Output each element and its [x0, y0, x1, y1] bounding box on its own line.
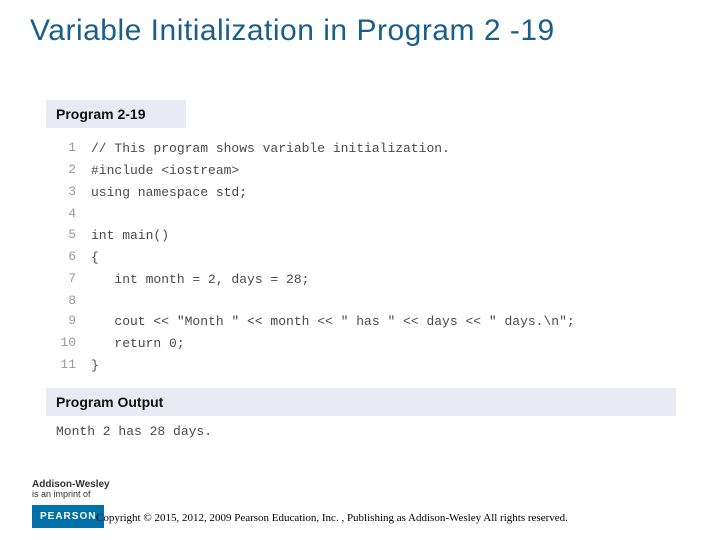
code-line: 3using namespace std; — [46, 182, 576, 204]
line-number: 9 — [46, 311, 90, 333]
program-header: Program 2-19 — [46, 100, 186, 128]
line-number: 11 — [46, 355, 90, 377]
line-number: 5 — [46, 225, 90, 247]
line-number: 10 — [46, 333, 90, 355]
output-header: Program Output — [46, 388, 676, 416]
code-text: #include <iostream> — [90, 160, 576, 182]
code-line: 9 cout << "Month " << month << " has " <… — [46, 311, 576, 333]
code-text: { — [90, 247, 576, 269]
code-text: int month = 2, days = 28; — [90, 269, 576, 291]
code-text — [90, 204, 576, 224]
copyright-text: Copyright © 2015, 2012, 2009 Pearson Edu… — [96, 512, 568, 524]
code-line: 10 return 0; — [46, 333, 576, 355]
line-number: 2 — [46, 160, 90, 182]
code-line: 8 — [46, 291, 576, 311]
brand-tagline: is an imprint of — [32, 489, 91, 499]
slide-title: Variable Initialization in Program 2 -19 — [30, 14, 555, 48]
code-text: return 0; — [90, 333, 576, 355]
line-number: 4 — [46, 204, 90, 224]
line-number: 3 — [46, 182, 90, 204]
program-figure: Program 2-19 1// This program shows vari… — [46, 100, 676, 443]
slide: Variable Initialization in Program 2 -19… — [0, 0, 720, 540]
code-text: } — [90, 355, 576, 377]
code-text: cout << "Month " << month << " has " << … — [90, 311, 576, 333]
line-number: 8 — [46, 291, 90, 311]
code-line: 1// This program shows variable initiali… — [46, 138, 576, 160]
code-line: 6{ — [46, 247, 576, 269]
code-line: 5int main() — [46, 225, 576, 247]
code-line: 7 int month = 2, days = 28; — [46, 269, 576, 291]
code-text: int main() — [90, 225, 576, 247]
code-block: 1// This program shows variable initiali… — [46, 128, 676, 384]
code-text: using namespace std; — [90, 182, 576, 204]
code-line: 2#include <iostream> — [46, 160, 576, 182]
code-table: 1// This program shows variable initiali… — [46, 138, 576, 378]
line-number: 7 — [46, 269, 90, 291]
pearson-logo: PEARSON — [32, 505, 104, 528]
line-number: 6 — [46, 247, 90, 269]
code-line: 11} — [46, 355, 576, 377]
code-line: 4 — [46, 204, 576, 224]
code-text — [90, 291, 576, 311]
brand-block: Addison-Wesley is an imprint of — [32, 479, 110, 500]
line-number: 1 — [46, 138, 90, 160]
output-text: Month 2 has 28 days. — [46, 416, 676, 443]
code-text: // This program shows variable initializ… — [90, 138, 576, 160]
